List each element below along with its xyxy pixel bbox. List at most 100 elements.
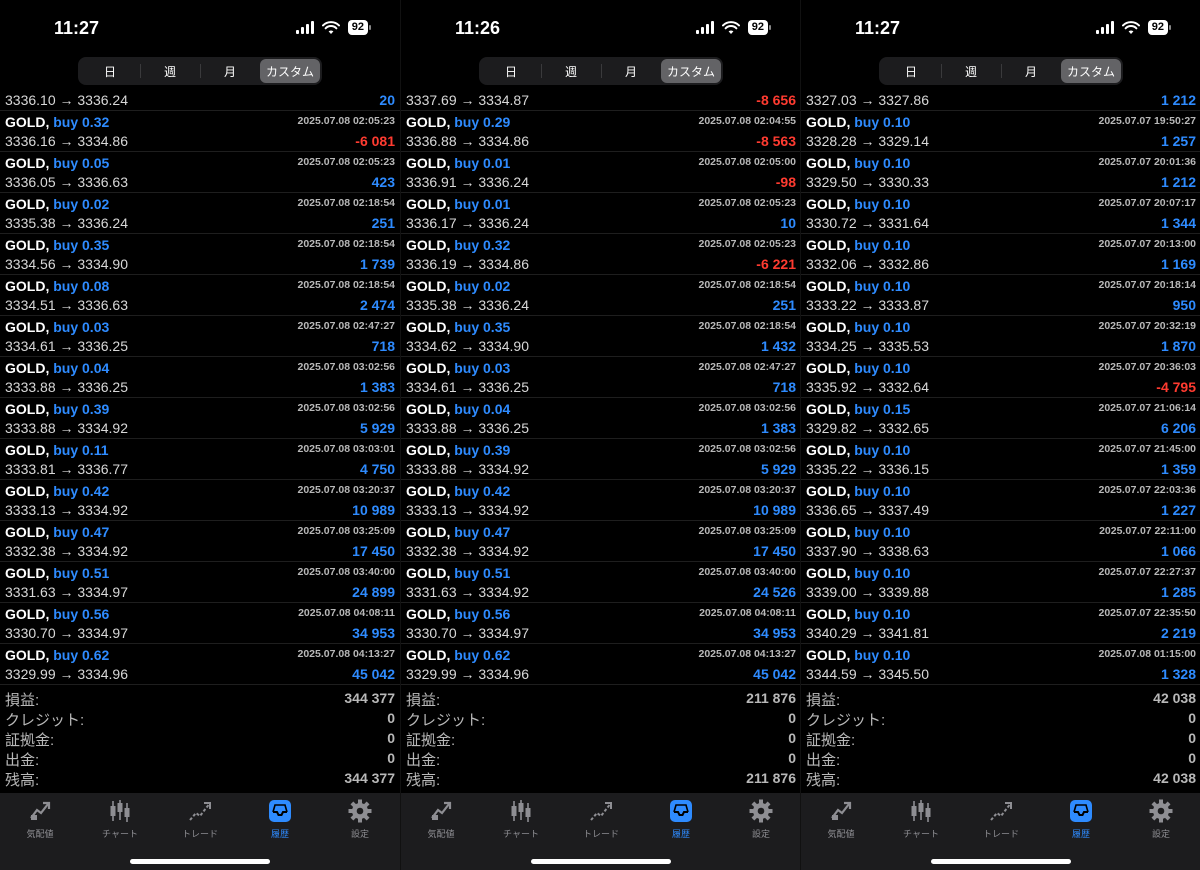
tab-history-inbox[interactable]: 履歴 xyxy=(1041,798,1121,840)
status-icons: 92 xyxy=(695,20,772,35)
trade-row[interactable]: GOLD, buy 0.08 2025.07.08 02:18:54 3334.51… xyxy=(0,275,400,316)
trade-row[interactable]: GOLD, buy 0.35 2025.07.08 02:18:54 3334.56… xyxy=(0,234,400,275)
segment-3[interactable]: カスタム xyxy=(1061,59,1121,83)
segment-2[interactable]: 月 xyxy=(601,59,661,83)
tab-trade[interactable]: トレード xyxy=(561,798,641,840)
trade-history-list[interactable]: 3337.69 → 3334.87 -8 656 GOLD, buy 0.29 202… xyxy=(401,90,800,685)
segment-2[interactable]: 月 xyxy=(1001,59,1061,83)
trade-row[interactable]: GOLD, buy 0.42 2025.07.08 03:20:37 3333.13… xyxy=(0,480,400,521)
summary-row: 損益: 211 876 xyxy=(401,688,800,709)
trade-row[interactable]: GOLD, buy 0.10 2025.07.07 20:32:19 3334.25… xyxy=(801,316,1200,357)
trade-row[interactable]: GOLD, buy 0.47 2025.07.08 03:25:09 3332.38… xyxy=(0,521,400,562)
segment-0[interactable]: 日 xyxy=(80,59,140,83)
trade-row[interactable]: GOLD, buy 0.01 2025.07.08 02:05:23 3336.17… xyxy=(401,193,800,234)
trade-row[interactable]: GOLD, buy 0.29 2025.07.08 02:04:55 3336.88… xyxy=(401,111,800,152)
trade-prices: 3337.90 → 3338.63 xyxy=(806,543,929,559)
segment-1[interactable]: 週 xyxy=(541,59,601,83)
trade-row[interactable]: GOLD, buy 0.01 2025.07.08 02:05:00 3336.91… xyxy=(401,152,800,193)
segment-1[interactable]: 週 xyxy=(140,59,200,83)
trade-row[interactable]: GOLD, buy 0.02 2025.07.08 02:18:54 3335.38… xyxy=(401,275,800,316)
trade-row[interactable]: GOLD, buy 0.10 2025.07.07 20:01:36 3329.50… xyxy=(801,152,1200,193)
tab-candlestick-chart[interactable]: チャート xyxy=(481,798,561,840)
trade-row[interactable]: GOLD, buy 0.03 2025.07.08 02:47:27 3334.61… xyxy=(0,316,400,357)
tab-quotes[interactable]: 気配値 xyxy=(801,798,881,840)
trade-row[interactable]: GOLD, buy 0.10 2025.07.07 22:35:50 3340.29… xyxy=(801,603,1200,644)
trade-row[interactable]: GOLD, buy 0.11 2025.07.08 03:03:01 3333.81… xyxy=(0,439,400,480)
trade-row-partial[interactable]: 3337.69 → 3334.87 -8 656 xyxy=(401,90,800,111)
trade-row[interactable]: GOLD, buy 0.47 2025.07.08 03:25:09 3332.38… xyxy=(401,521,800,562)
tab-gear[interactable]: 設定 xyxy=(721,798,800,840)
tab-history-inbox[interactable]: 履歴 xyxy=(641,798,721,840)
trade-row[interactable]: GOLD, buy 0.10 2025.07.07 20:07:17 3330.72… xyxy=(801,193,1200,234)
trade-row[interactable]: GOLD, buy 0.04 2025.07.08 03:02:56 3333.88… xyxy=(401,398,800,439)
segment-2[interactable]: 月 xyxy=(200,59,260,83)
trade-row[interactable]: GOLD, buy 0.10 2025.07.07 20:13:00 3332.06… xyxy=(801,234,1200,275)
history-inbox-icon xyxy=(670,800,692,822)
tab-label: 履歴 xyxy=(270,829,289,839)
trade-row[interactable]: GOLD, buy 0.35 2025.07.08 02:18:54 3334.62… xyxy=(401,316,800,357)
trade-time: 2025.07.08 03:02:56 xyxy=(698,443,797,455)
trade-row[interactable]: GOLD, buy 0.10 2025.07.08 01:15:00 3344.59… xyxy=(801,644,1200,685)
trade-side-volume: buy 0.10 xyxy=(854,196,911,212)
trade-time: 2025.07.08 04:13:27 xyxy=(297,648,396,660)
trade-row[interactable]: GOLD, buy 0.56 2025.07.08 04:08:11 3330.70… xyxy=(401,603,800,644)
trade-row-partial[interactable]: 3327.03 → 3327.86 1 212 xyxy=(801,90,1200,111)
trade-side-volume: buy 0.32 xyxy=(53,114,110,130)
trade-row[interactable]: GOLD, buy 0.10 2025.07.07 21:45:00 3335.22… xyxy=(801,439,1200,480)
trade-row[interactable]: GOLD, buy 0.10 2025.07.07 20:36:03 3335.92… xyxy=(801,357,1200,398)
tab-history-inbox[interactable]: 履歴 xyxy=(240,798,320,840)
trade-row[interactable]: GOLD, buy 0.10 2025.07.07 20:18:14 3333.22… xyxy=(801,275,1200,316)
home-indicator[interactable] xyxy=(531,859,671,864)
tab-label: チャート xyxy=(903,829,939,839)
trade-row[interactable]: GOLD, buy 0.32 2025.07.08 02:05:23 3336.19… xyxy=(401,234,800,275)
trade-row[interactable]: GOLD, buy 0.10 2025.07.07 19:50:27 3328.28… xyxy=(801,111,1200,152)
tab-quotes[interactable]: 気配値 xyxy=(0,798,80,840)
tab-trade[interactable]: トレード xyxy=(961,798,1041,840)
trade-row[interactable]: GOLD, buy 0.02 2025.07.08 02:18:54 3335.38… xyxy=(0,193,400,234)
segment-0[interactable]: 日 xyxy=(481,59,541,83)
home-indicator[interactable] xyxy=(130,859,270,864)
segment-0[interactable]: 日 xyxy=(881,59,941,83)
trade-prices: 3328.28 → 3329.14 xyxy=(806,133,929,149)
trade-row-partial[interactable]: 3336.10 → 3336.24 20 xyxy=(0,90,400,111)
trade-header: GOLD, buy 0.01 xyxy=(406,196,510,212)
trade-row[interactable]: GOLD, buy 0.51 2025.07.08 03:40:00 3331.63… xyxy=(0,562,400,603)
trade-row[interactable]: GOLD, buy 0.56 2025.07.08 04:08:11 3330.70… xyxy=(0,603,400,644)
candlestick-chart-icon xyxy=(511,800,531,822)
tab-quotes[interactable]: 気配値 xyxy=(401,798,481,840)
trade-profit: -8 656 xyxy=(756,92,796,108)
trade-row[interactable]: GOLD, buy 0.42 2025.07.08 03:20:37 3333.13… xyxy=(401,480,800,521)
segment-1[interactable]: 週 xyxy=(941,59,1001,83)
tab-trade[interactable]: トレード xyxy=(160,798,240,840)
trade-row[interactable]: GOLD, buy 0.62 2025.07.08 04:13:27 3329.99… xyxy=(0,644,400,685)
segment-3[interactable]: カスタム xyxy=(260,59,320,83)
trade-history-list[interactable]: 3327.03 → 3327.86 1 212 GOLD, buy 0.10 2025… xyxy=(801,90,1200,685)
trade-time: 2025.07.08 04:08:11 xyxy=(699,607,796,619)
tab-candlestick-chart[interactable]: チャート xyxy=(80,798,160,840)
tab-gear[interactable]: 設定 xyxy=(1121,798,1200,840)
trade-row[interactable]: GOLD, buy 0.32 2025.07.08 02:05:23 3336.16… xyxy=(0,111,400,152)
trade-profit: 2 474 xyxy=(359,297,395,313)
trade-row[interactable]: GOLD, buy 0.10 2025.07.07 22:27:37 3339.00… xyxy=(801,562,1200,603)
trade-profit: -98 xyxy=(775,174,796,190)
trade-row[interactable]: GOLD, buy 0.04 2025.07.08 03:02:56 3333.88… xyxy=(0,357,400,398)
tab-gear[interactable]: 設定 xyxy=(320,798,400,840)
status-bar: 11:27 92 xyxy=(801,0,1200,56)
trade-history-list[interactable]: 3336.10 → 3336.24 20 GOLD, buy 0.32 2025.07… xyxy=(0,90,400,685)
summary-value: 42 038 xyxy=(1153,690,1196,706)
trade-row[interactable]: GOLD, buy 0.05 2025.07.08 02:05:23 3336.05… xyxy=(0,152,400,193)
trade-row[interactable]: GOLD, buy 0.39 2025.07.08 03:02:56 3333.88… xyxy=(0,398,400,439)
trade-row[interactable]: GOLD, buy 0.62 2025.07.08 04:13:27 3329.99… xyxy=(401,644,800,685)
segment-3[interactable]: カスタム xyxy=(661,59,721,83)
trade-row[interactable]: GOLD, buy 0.51 2025.07.08 03:40:00 3331.63… xyxy=(401,562,800,603)
home-indicator[interactable] xyxy=(931,859,1071,864)
trade-row[interactable]: GOLD, buy 0.15 2025.07.07 21:06:14 3329.82… xyxy=(801,398,1200,439)
trade-icon xyxy=(590,802,612,821)
summary-label: 損益: xyxy=(406,692,441,709)
tab-candlestick-chart[interactable]: チャート xyxy=(881,798,961,840)
trade-row[interactable]: GOLD, buy 0.10 2025.07.07 22:03:36 3336.65… xyxy=(801,480,1200,521)
trade-row[interactable]: GOLD, buy 0.10 2025.07.07 22:11:00 3337.90… xyxy=(801,521,1200,562)
trade-symbol: GOLD, xyxy=(5,524,50,540)
trade-row[interactable]: GOLD, buy 0.39 2025.07.08 03:02:56 3333.88… xyxy=(401,439,800,480)
trade-row[interactable]: GOLD, buy 0.03 2025.07.08 02:47:27 3334.61… xyxy=(401,357,800,398)
